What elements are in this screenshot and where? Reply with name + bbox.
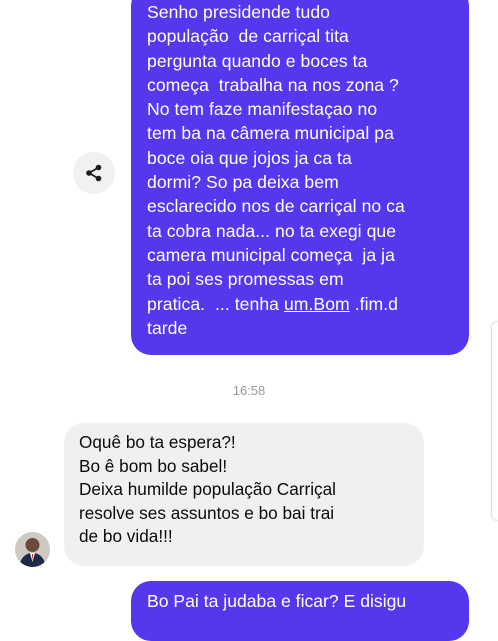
share-button[interactable] (73, 152, 115, 194)
outgoing-message-bubble-2[interactable]: Bo Pai ta judaba e ficar? E disigu (131, 581, 469, 641)
message-line: ta poi ses promessas em (147, 269, 344, 290)
message-line: resolve ses assuntos e bo bai trai (79, 502, 335, 523)
message-line: boce oia que jojos ja ca ta (147, 147, 352, 168)
scrollbar[interactable] (492, 322, 498, 520)
message-line: população de carriçal tita (147, 26, 349, 47)
message-line: Bo Pai ta judaba e ficar? E disigu (147, 591, 407, 611)
message-line: Bo ê bom bo sabel! (79, 455, 228, 476)
message-line: tarde (147, 317, 188, 338)
message-line: camera municipal começa ja ja (147, 244, 395, 265)
incoming-message-bubble[interactable]: Oquê bo ta espera?! Bo ê bom bo sabel! D… (64, 423, 424, 566)
message-line: Oquê bo ta espera?! (79, 432, 236, 452)
message-line: esclarecido nos de carriçal no ca (147, 196, 405, 217)
sender-avatar[interactable] (15, 532, 50, 567)
message-line: No tem faze manifestaçao no (147, 99, 378, 120)
message-line: tem ba na câmera municipal pa (147, 123, 394, 144)
message-timestamp: 16:58 (0, 383, 498, 399)
message-line-with-link: pratica. ... tenha um.Bom .fim.d (147, 292, 459, 316)
message-line: começa trabalha na nos zona ? (147, 74, 399, 95)
message-link[interactable]: um.Bom (284, 294, 350, 314)
timestamp-text: 16:58 (232, 383, 266, 398)
message-line: pergunta quando e boces ta (147, 50, 368, 71)
message-line: de bo vida!!! (79, 526, 173, 547)
message-line: dormi? So pa deixa bem (147, 172, 339, 193)
profile-photo (15, 532, 50, 567)
message-line: ta cobra nada... no ta exegi que (147, 220, 397, 241)
message-text-segment: .fim.d (349, 293, 399, 314)
message-text-segment: pratica. ... tenha (147, 293, 284, 314)
share-icon (84, 163, 104, 183)
message-line: Senho presidende tudo (147, 2, 331, 22)
message-line: Deixa humilde população Carriçal (79, 479, 336, 500)
outgoing-message-bubble[interactable]: Senho presidende tudo população de carri… (131, 0, 469, 355)
